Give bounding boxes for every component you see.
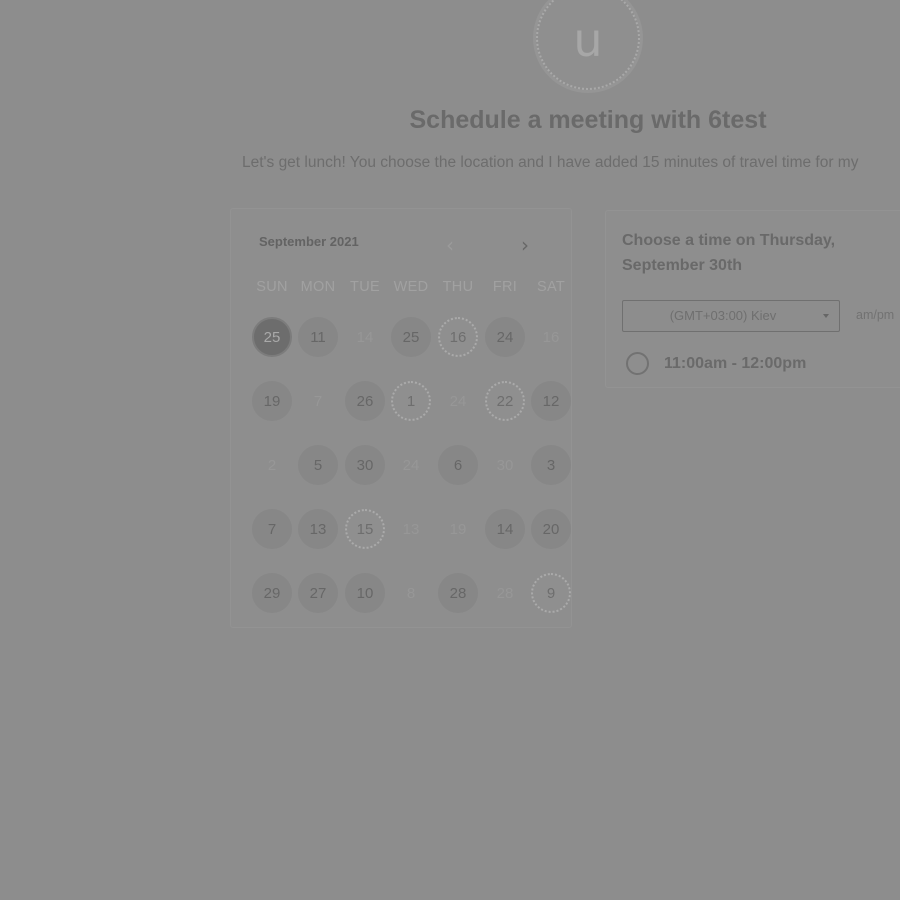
calendar-day: 8 bbox=[406, 584, 416, 602]
chevron-right-icon[interactable]: › bbox=[515, 233, 535, 257]
time-slot-option[interactable]: 11:00am - 12:00pm bbox=[626, 351, 886, 377]
calendar-day[interactable]: 26 bbox=[345, 381, 385, 421]
calendar-month-label: September 2021 bbox=[259, 234, 359, 249]
calendar-day[interactable]: 14 bbox=[485, 509, 525, 549]
calendar-day: 16 bbox=[542, 328, 560, 346]
avatar-letter: u bbox=[573, 13, 603, 67]
calendar-day: 14 bbox=[356, 328, 374, 346]
timezone-select-value: (GMT+03:00) Kiev bbox=[669, 308, 777, 323]
calendar-day[interactable]: 7 bbox=[252, 509, 292, 549]
caret-down-icon bbox=[823, 314, 829, 318]
calendar-day[interactable]: 16 bbox=[438, 317, 478, 357]
calendar-day: 19 bbox=[449, 520, 467, 538]
time-slot-label: 11:00am - 12:00pm bbox=[664, 355, 807, 372]
page-title: Schedule a meeting with 6test bbox=[409, 106, 767, 134]
calendar-day[interactable]: 12 bbox=[531, 381, 571, 421]
calendar-day[interactable]: 20 bbox=[531, 509, 571, 549]
calendar-day: 30 bbox=[496, 456, 514, 474]
calendar-day: 24 bbox=[402, 456, 420, 474]
calendar-day[interactable]: 5 bbox=[298, 445, 338, 485]
calendar-day[interactable]: 3 bbox=[531, 445, 571, 485]
weekday-sat: SAT bbox=[536, 279, 566, 295]
calendar-day[interactable]: 22 bbox=[485, 381, 525, 421]
calendar-day[interactable]: 10 bbox=[345, 573, 385, 613]
timezone-select[interactable]: (GMT+03:00) Kiev bbox=[622, 300, 840, 332]
calendar-day-selected[interactable]: 25 bbox=[252, 317, 292, 357]
calendar-day[interactable]: 9 bbox=[531, 573, 571, 613]
time-selection-heading: Choose a time on Thursday, September 30t… bbox=[622, 232, 836, 274]
avatar: u bbox=[536, 0, 640, 90]
calendar-card: September 2021 ‹ › SUN MON TUE WED THU FRI SAT… bbox=[230, 208, 572, 628]
calendar-day[interactable]: 6 bbox=[438, 445, 478, 485]
calendar-day[interactable]: 13 bbox=[298, 509, 338, 549]
calendar-day[interactable]: 28 bbox=[438, 573, 478, 613]
calendar-day[interactable]: 15 bbox=[345, 509, 385, 549]
calendar-day: 24 bbox=[449, 392, 467, 410]
calendar-day[interactable]: 25 bbox=[391, 317, 431, 357]
chevron-left-icon[interactable]: ‹ bbox=[440, 233, 460, 257]
calendar-day[interactable]: 11 bbox=[298, 317, 338, 357]
calendar-day[interactable]: 1 bbox=[391, 381, 431, 421]
calendar-day: 13 bbox=[402, 520, 420, 538]
page-subtitle: Let's get lunch! You choose the location… bbox=[242, 154, 859, 171]
calendar-day[interactable]: 30 bbox=[345, 445, 385, 485]
calendar-day[interactable]: 27 bbox=[298, 573, 338, 613]
calendar-day[interactable]: 19 bbox=[252, 381, 292, 421]
calendar-day[interactable]: 29 bbox=[252, 573, 292, 613]
calendar-day: 28 bbox=[496, 584, 514, 602]
calendar-day: 7 bbox=[313, 392, 323, 410]
time-selection-card: Choose a time on Thursday, September 30t… bbox=[605, 210, 900, 388]
calendar-day[interactable]: 24 bbox=[485, 317, 525, 357]
radio-circle-icon[interactable] bbox=[626, 352, 649, 375]
time-format-toggle[interactable]: am/pm bbox=[856, 308, 894, 322]
calendar-day: 2 bbox=[267, 456, 277, 474]
